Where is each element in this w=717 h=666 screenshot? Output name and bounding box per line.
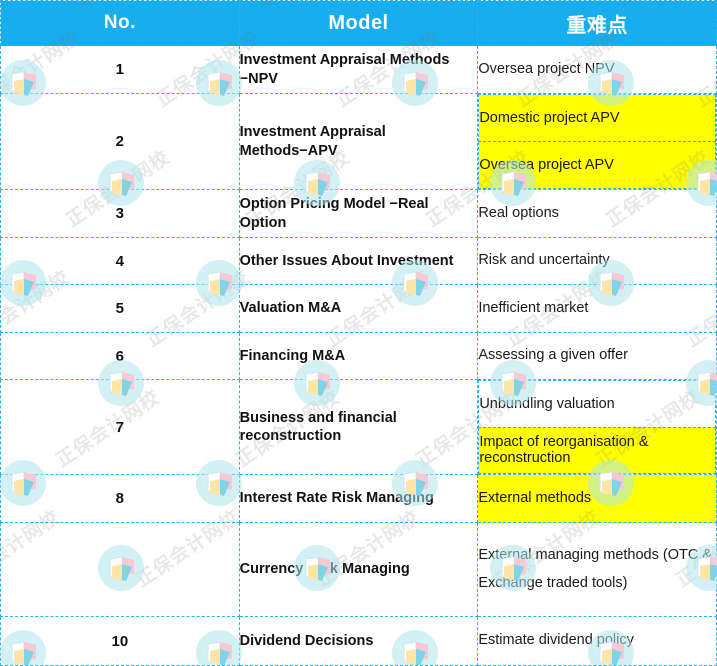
row-number: 1 bbox=[0, 45, 240, 94]
key-points-sublist: Domestic project APV Oversea project APV bbox=[478, 94, 716, 189]
row-number: 2 bbox=[0, 93, 240, 190]
key-points-cell: Inefficient market bbox=[477, 284, 717, 333]
table-row: 9 Currency Risk Managing External managing… bbox=[0, 522, 717, 617]
row-number: 6 bbox=[0, 332, 240, 380]
row-number: 7 bbox=[0, 379, 240, 475]
table-row: 1 Investment Appraisal Methods −NPV Overse… bbox=[0, 45, 717, 94]
column-header-key-points: 重难点 bbox=[477, 0, 717, 46]
table-row: 8 Interest Rate Risk Managing External met… bbox=[0, 474, 717, 523]
key-point-row: Impact of reorganisation & reconstructio… bbox=[478, 426, 716, 474]
column-header-model: Model bbox=[238, 0, 479, 46]
key-points-cell: Assessing a given offer bbox=[477, 332, 717, 380]
model-cell: Investment Appraisal Methods −NPV bbox=[238, 45, 479, 94]
key-point-row: Oversea project APV bbox=[478, 141, 716, 189]
table-header: No. Model 重难点 bbox=[0, 0, 717, 46]
table-row: 5 Valuation M&A Inefficient market bbox=[0, 284, 717, 333]
key-point-row: Unbundling valuation bbox=[478, 380, 716, 428]
key-points-cell: Unbundling valuation Impact of reorganisa… bbox=[477, 379, 717, 475]
key-point-text: Oversea project APV bbox=[478, 141, 716, 189]
row-number: 10 bbox=[0, 616, 240, 666]
model-cell: Option Pricing Model −Real Option bbox=[238, 189, 479, 238]
syllabus-table: No. Model 重难点 1 Investment Appraisal Meth… bbox=[0, 0, 717, 666]
model-cell: Currency Risk Managing bbox=[238, 522, 479, 617]
model-cell: Valuation M&A bbox=[238, 284, 479, 333]
model-cell: Investment Appraisal Methods−APV bbox=[238, 93, 479, 190]
row-number: 8 bbox=[0, 474, 240, 523]
row-number: 4 bbox=[0, 237, 240, 285]
table-row: 4 Other Issues About Investment Risk and u… bbox=[0, 237, 717, 285]
key-point-text: Unbundling valuation bbox=[478, 380, 716, 428]
row-number: 9 bbox=[0, 522, 240, 617]
row-number: 5 bbox=[0, 284, 240, 333]
key-points-sublist: Unbundling valuation Impact of reorganisa… bbox=[478, 380, 716, 474]
key-points-cell: Risk and uncertainty bbox=[477, 237, 717, 285]
key-points-cell: Real options bbox=[477, 189, 717, 238]
key-point-row: Domestic project APV bbox=[478, 94, 716, 142]
key-point-text: Domestic project APV bbox=[478, 94, 716, 142]
model-cell: Business and financial reconstruction bbox=[238, 379, 479, 475]
key-points-cell: External methods bbox=[477, 474, 717, 523]
row-number: 3 bbox=[0, 189, 240, 238]
key-point-text: Impact of reorganisation & reconstructio… bbox=[478, 426, 716, 474]
column-header-no: No. bbox=[0, 0, 240, 46]
table-row: 2 Investment Appraisal Methods−APV Domesti… bbox=[0, 93, 717, 190]
table-row: 3 Option Pricing Model −Real Option Real o… bbox=[0, 189, 717, 238]
model-cell: Interest Rate Risk Managing bbox=[238, 474, 479, 523]
key-points-cell: External managing methods (OTC & Exchang… bbox=[477, 522, 717, 617]
key-points-cell: Oversea project NPV bbox=[477, 45, 717, 94]
model-cell: Financing M&A bbox=[238, 332, 479, 380]
table-body: 1 Investment Appraisal Methods −NPV Overse… bbox=[0, 45, 717, 666]
table-row: 6 Financing M&A Assessing a given offer bbox=[0, 332, 717, 380]
table-row: 10 Dividend Decisions Estimate dividend po… bbox=[0, 616, 717, 666]
table-row: 7 Business and financial reconstruction Un… bbox=[0, 379, 717, 475]
header-row: No. Model 重难点 bbox=[0, 0, 717, 46]
model-cell: Dividend Decisions bbox=[238, 616, 479, 666]
key-points-cell: Estimate dividend policy bbox=[477, 616, 717, 666]
model-cell: Other Issues About Investment bbox=[238, 237, 479, 285]
key-points-cell: Domestic project APV Oversea project APV bbox=[477, 93, 717, 190]
